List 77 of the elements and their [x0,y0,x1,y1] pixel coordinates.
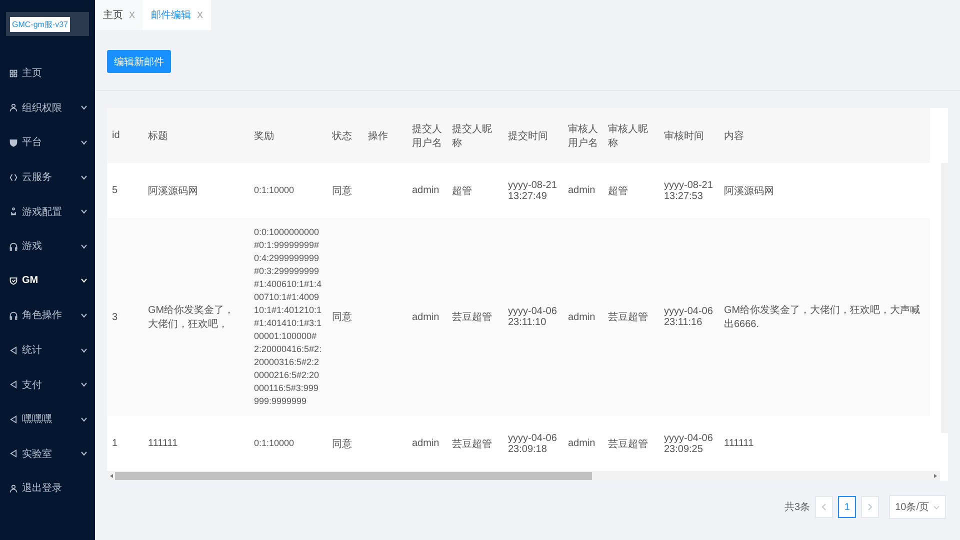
table-cell: admin [563,416,603,471]
sidebar-item[interactable]: 支付 [0,367,95,402]
column-header: 审核时间 [659,108,719,163]
grid-icon [9,68,18,78]
column-header: 状态 [327,108,363,163]
shield-icon [9,138,18,147]
sidebar-item[interactable]: 云服务 [0,160,95,194]
sidebar-item[interactable]: 游戏配置 [0,194,95,229]
table-cell: admin [563,163,603,218]
sidebar-item[interactable]: 实验室 [0,436,95,472]
table-cell: 芸豆超管 [603,218,659,416]
column-header: 提交人昵称 [447,108,503,163]
horizontal-scrollbar[interactable] [107,471,940,481]
table-cell: yyyy-08-21 13:27:49 [503,163,563,218]
sidebar-item[interactable]: 统计 [0,332,95,368]
table-cell: 同意 [327,163,363,218]
table-cell: GM给你发奖金了，大佬们，狂欢吧， [143,218,249,416]
sidebar-item[interactable]: 退出登录 [0,471,95,506]
table-cell: yyyy-04-06 23:09:18 [503,416,563,471]
table-cell: 0:0:1000000000#0:1:99999999#0:4:2999999999#0:3:299999999#1:400610:1#1:400710:1#1:400910:1#1:401210:1#1:401410:1#3:100001:100000#2:20000416:5#2:20000316:5#2:20000216:5#2:20000116:5#3:999999:9999999 [249,218,327,416]
table-cell: admin [563,218,603,416]
caret-icon [933,504,940,510]
brackets-icon [9,172,18,182]
table-cell: yyyy-04-06 23:09:25 [659,416,719,471]
sidebar-item[interactable]: 游戏 [0,228,95,264]
table-cell: admin [407,416,447,471]
column-header: 标题 [143,108,249,163]
table-cell: 芸豆超管 [603,416,659,471]
sidebar-item[interactable]: 嘿嘿嘿 [0,402,95,437]
sidebar-item[interactable]: 主页 [0,56,95,91]
previous-page-button[interactable] [815,496,834,518]
table-cell: 0:1:10000 [249,163,327,218]
column-header: 审核人用户名 [563,108,603,163]
table-cell: 同意 [327,218,363,416]
table-cell: yyyy-04-06 23:11:10 [503,218,563,416]
table-cell: 5 [107,163,143,218]
table-cell: 阿溪源码网 [143,163,249,218]
table-cell: 同意 [327,416,363,471]
table-cell: 芸豆超管 [447,416,503,471]
sidebar-item[interactable]: 角色操作 [0,298,95,333]
table-cell: 芸豆超管 [447,218,503,416]
table-cell: yyyy-08-21 13:27:53 [659,163,719,218]
total-count: 共3条 [784,500,810,514]
table-cell: 超管 [603,163,659,218]
table-cell: 1 [107,416,143,471]
chevron-left-icon [821,503,828,511]
shield-icon [9,276,18,286]
table-cell: admin [407,163,447,218]
sidebar-item[interactable]: 组织权限 [0,90,95,126]
page-tab[interactable]: 主页 X [95,0,144,30]
column-header: 审核人昵称 [603,108,659,163]
person-icon [9,103,18,112]
sidebar-item[interactable]: 平台 [0,125,95,160]
column-header: id [107,108,143,163]
table-cell: 超管 [447,163,503,218]
table-cell: yyyy-04-06 23:11:16 [659,218,719,416]
page-size-select[interactable]: 10条/页 [889,495,946,519]
headphones-icon [9,242,18,251]
column-header: 奖励 [249,108,327,163]
next-page-button[interactable] [861,496,880,518]
table-cell: 阿溪源码网 [719,163,930,218]
table-cell: 3 [107,218,143,416]
table-cell: 111111 [143,416,249,471]
column-header: 操作 [363,108,407,163]
table-cell: GM给你发奖金了，大佬们，狂欢吧，大声喊出6666. [719,218,930,416]
column-header: 提交时间 [503,108,563,163]
sidebar-item[interactable]: GM [0,264,95,298]
column-header: 内容 [719,108,930,163]
figure-icon [9,207,18,216]
column-header: 提交人用户名 [407,108,447,163]
table-cell: 111111 [719,416,930,471]
headphones-icon [9,310,18,320]
chevron-right-icon [867,503,874,511]
logo-text: GMC-gm服-v37 [10,16,70,32]
person-icon [9,484,18,493]
table-cell: 0:1:10000 [249,416,327,471]
table-cell: admin [407,218,447,416]
